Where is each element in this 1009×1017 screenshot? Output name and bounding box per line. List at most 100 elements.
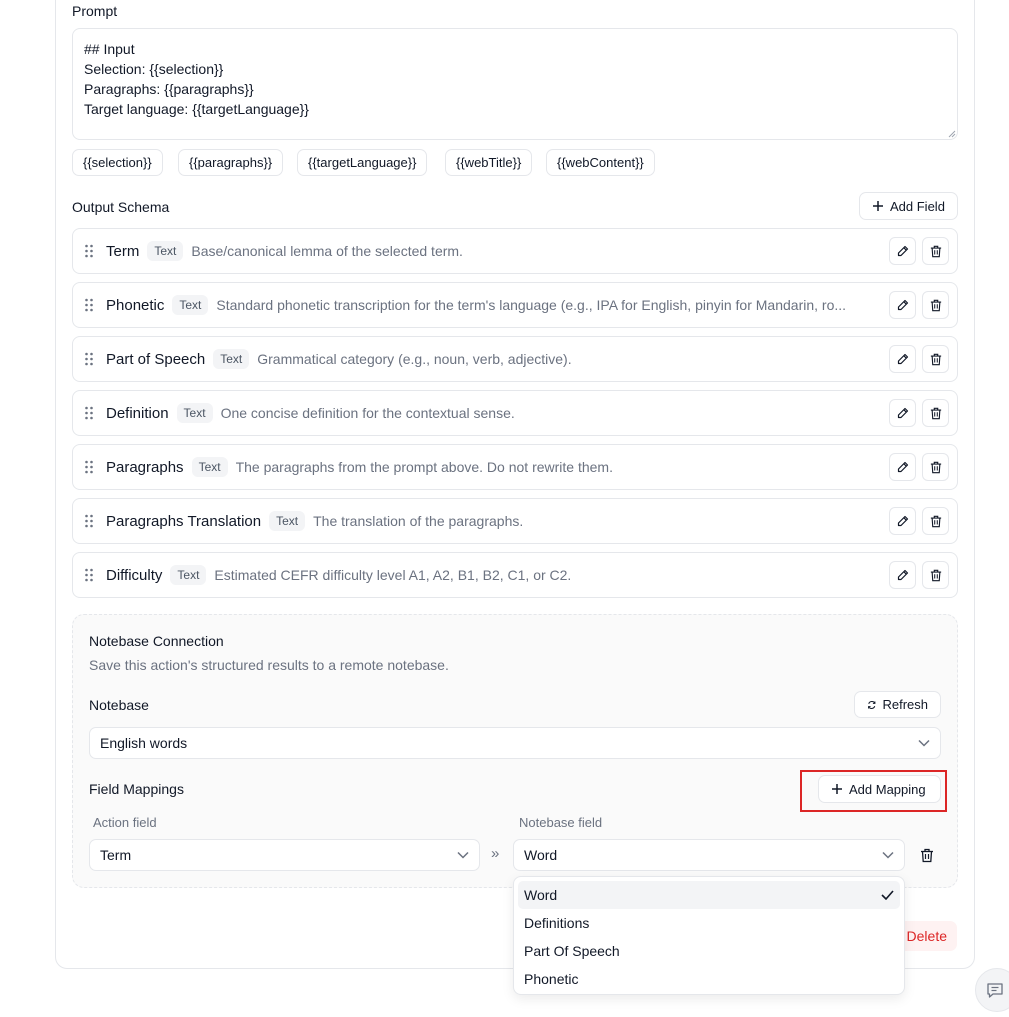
field-name: Phonetic	[106, 296, 165, 314]
trash-icon	[930, 245, 941, 257]
delete-field-button[interactable]	[922, 237, 949, 265]
delete-field-button[interactable]	[922, 453, 949, 481]
dropdown-option-label: Definitions	[524, 915, 590, 931]
field-description: One concise definition for the contextua…	[220, 405, 515, 421]
delete-field-button[interactable]	[922, 291, 949, 319]
dropdown-option-label: Phonetic	[524, 971, 579, 987]
schema-field-row[interactable]: Paragraphs Translation Text The translatio…	[72, 498, 958, 544]
prompt-textarea[interactable]: ## Input Selection: {{selection}} Paragr…	[72, 28, 958, 140]
trash-icon	[930, 299, 941, 311]
field-description: Grammatical category (e.g., noun, verb, …	[257, 351, 572, 367]
notebase-select[interactable]: English words	[89, 727, 941, 759]
trash-icon	[930, 407, 941, 419]
field-type-badge: Text	[269, 511, 306, 531]
notebase-select-value: English words	[100, 735, 188, 751]
variable-chip-web-title[interactable]: {{webTitle}}	[445, 149, 533, 176]
chevron-down-icon	[918, 739, 930, 747]
field-type-badge: Text	[147, 241, 184, 261]
trash-icon	[930, 569, 941, 581]
notebase-field-dropdown: Word Definitions Part Of Speech Phonetic	[513, 876, 905, 995]
delete-mapping-button[interactable]	[917, 845, 937, 865]
pencil-icon	[897, 515, 908, 527]
trash-icon	[930, 353, 941, 365]
schema-field-row[interactable]: Phonetic Text Standard phonetic transcript…	[72, 282, 958, 328]
delete-field-button[interactable]	[922, 561, 949, 589]
schema-field-row[interactable]: Paragraphs Text The paragraphs from the pr…	[72, 444, 958, 490]
action-field-select[interactable]: Term	[89, 839, 480, 871]
dropdown-option-part-of-speech[interactable]: Part Of Speech	[518, 937, 900, 965]
drag-handle-icon[interactable]	[83, 568, 95, 582]
field-mappings-label: Field Mappings	[89, 781, 184, 797]
schema-field-row[interactable]: Term Text Base/canonical lemma of the sele…	[72, 228, 958, 274]
check-icon	[881, 890, 894, 900]
dropdown-option-label: Part Of Speech	[524, 943, 620, 959]
chat-button[interactable]	[975, 968, 1009, 1012]
field-type-badge: Text	[172, 295, 209, 315]
drag-handle-icon[interactable]	[83, 460, 95, 474]
add-field-label: Add Field	[890, 198, 945, 214]
schema-field-row[interactable]: Difficulty Text Estimated CEFR difficulty …	[72, 552, 958, 598]
chevron-down-icon	[457, 851, 469, 859]
edit-field-button[interactable]	[889, 399, 916, 427]
schema-field-row[interactable]: Part of Speech Text Grammatical category (…	[72, 336, 958, 382]
drag-handle-icon[interactable]	[83, 406, 95, 420]
action-field-value: Term	[100, 847, 132, 863]
delete-field-button[interactable]	[922, 345, 949, 373]
field-description: The paragraphs from the prompt above. Do…	[235, 459, 613, 475]
delete-field-button[interactable]	[922, 399, 949, 427]
edit-field-button[interactable]	[889, 291, 916, 319]
drag-handle-icon[interactable]	[83, 352, 95, 366]
pencil-icon	[897, 569, 908, 581]
drag-handle-icon[interactable]	[83, 298, 95, 312]
edit-field-button[interactable]	[889, 453, 916, 481]
trash-icon	[921, 848, 933, 862]
drag-handle-icon[interactable]	[83, 244, 95, 258]
notebase-field-select[interactable]: Word	[513, 839, 905, 871]
plus-icon	[873, 201, 883, 211]
field-description: The translation of the paragraphs.	[313, 513, 524, 529]
pencil-icon	[897, 245, 908, 257]
field-type-badge: Text	[170, 565, 207, 585]
highlight-box	[800, 770, 947, 812]
edit-field-button[interactable]	[889, 507, 916, 535]
variable-chip-paragraphs[interactable]: {{paragraphs}}	[178, 149, 284, 176]
field-description: Base/canonical lemma of the selected ter…	[191, 243, 463, 259]
dropdown-option-definitions[interactable]: Definitions	[518, 909, 900, 937]
schema-field-row[interactable]: Definition Text One concise definition for…	[72, 390, 958, 436]
edit-field-button[interactable]	[889, 345, 916, 373]
variable-chip-target-language[interactable]: {{targetLanguage}}	[297, 149, 428, 176]
dropdown-option-phonetic[interactable]: Phonetic	[518, 965, 900, 993]
pencil-icon	[897, 353, 908, 365]
refresh-icon	[868, 700, 876, 709]
output-schema-label: Output Schema	[72, 199, 170, 215]
edit-field-button[interactable]	[889, 237, 916, 265]
variable-chip-web-content[interactable]: {{webContent}}	[546, 149, 655, 176]
notebase-field-value: Word	[524, 847, 558, 863]
pencil-icon	[897, 299, 908, 311]
notebase-field-header: Notebase field	[519, 815, 603, 830]
field-name: Definition	[106, 404, 169, 422]
field-type-badge: Text	[176, 403, 213, 423]
refresh-button[interactable]: Refresh	[854, 691, 941, 718]
add-field-button[interactable]: Add Field	[859, 192, 958, 220]
pencil-icon	[897, 461, 908, 473]
prompt-label: Prompt	[72, 3, 118, 19]
pencil-icon	[897, 407, 908, 419]
notebase-connection-subtitle: Save this action's structured results to…	[89, 657, 449, 673]
field-name: Paragraphs Translation	[106, 512, 262, 530]
trash-icon	[930, 461, 941, 473]
trash-icon	[930, 515, 941, 527]
refresh-label: Refresh	[882, 697, 928, 712]
delete-action-button[interactable]: Delete	[898, 921, 957, 951]
edit-field-button[interactable]	[889, 561, 916, 589]
field-name: Part of Speech	[106, 350, 206, 368]
delete-field-button[interactable]	[922, 507, 949, 535]
chevron-down-icon	[882, 851, 894, 859]
drag-handle-icon[interactable]	[83, 514, 95, 528]
field-description: Standard phonetic transcription for the …	[216, 297, 847, 313]
dropdown-option-word[interactable]: Word	[518, 881, 900, 909]
notebase-connection-title: Notebase Connection	[89, 633, 224, 649]
resize-handle-icon[interactable]	[948, 130, 956, 138]
chat-icon	[987, 982, 1003, 998]
variable-chip-selection[interactable]: {{selection}}	[72, 149, 163, 176]
